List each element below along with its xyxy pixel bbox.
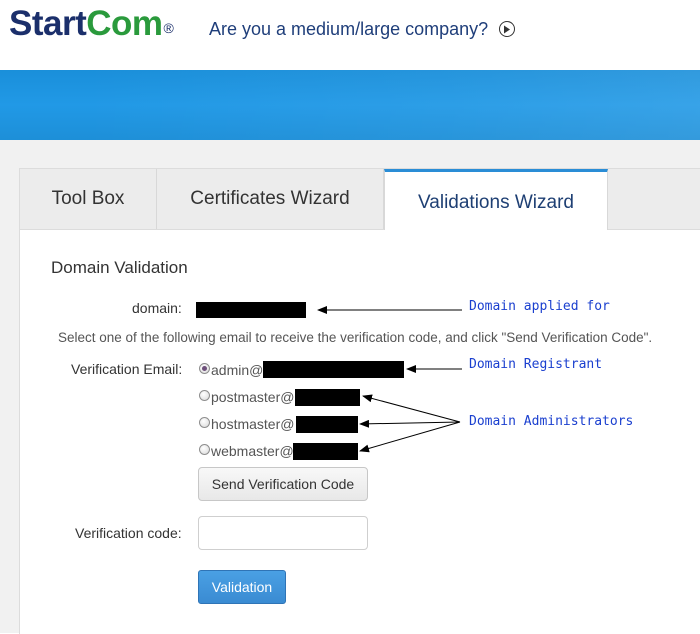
radio-admin[interactable] bbox=[199, 363, 210, 374]
domain-label: domain: bbox=[132, 300, 182, 316]
option-hostmaster-label[interactable]: hostmaster@ bbox=[211, 416, 294, 432]
redacted-domain-value bbox=[196, 302, 306, 318]
option-admin-label[interactable]: admin@ bbox=[211, 362, 263, 378]
logo-com-text: Com bbox=[86, 4, 163, 43]
annotation-domain-applied: Domain applied for bbox=[469, 299, 610, 314]
send-verification-code-button[interactable]: Send Verification Code bbox=[198, 467, 368, 501]
logo-start-text: Start bbox=[9, 4, 87, 43]
radio-postmaster[interactable] bbox=[199, 390, 210, 401]
verification-email-label: Verification Email: bbox=[71, 361, 183, 377]
annotation-administrators: Domain Administrators bbox=[469, 414, 634, 429]
verification-code-label: Verification code: bbox=[75, 525, 182, 541]
annotation-registrant: Domain Registrant bbox=[469, 357, 603, 372]
validation-button[interactable]: Validation bbox=[198, 570, 286, 604]
redacted-admin-domain bbox=[263, 361, 404, 378]
redacted-postmaster-domain bbox=[295, 389, 360, 406]
tab-validations-wizard[interactable]: Validations Wizard bbox=[384, 169, 608, 230]
banner-sheen bbox=[80, 70, 700, 140]
arrow-circle-right-icon[interactable] bbox=[499, 21, 515, 37]
tab-certificates-wizard[interactable]: Certificates Wizard bbox=[157, 169, 384, 229]
section-title: Domain Validation bbox=[51, 258, 188, 277]
redacted-hostmaster-domain bbox=[296, 416, 358, 433]
registered-mark: ® bbox=[163, 20, 174, 36]
radio-hostmaster[interactable] bbox=[199, 417, 210, 428]
startcom-logo[interactable]: StartCom® bbox=[9, 2, 174, 46]
company-tagline-link[interactable]: Are you a medium/large company? bbox=[209, 17, 488, 41]
option-webmaster-label[interactable]: webmaster@ bbox=[211, 443, 294, 459]
redacted-webmaster-domain bbox=[293, 443, 358, 460]
option-postmaster-label[interactable]: postmaster@ bbox=[211, 389, 294, 405]
radio-webmaster[interactable] bbox=[199, 444, 210, 455]
tab-tool-box[interactable]: Tool Box bbox=[20, 169, 157, 229]
instructions-text: Select one of the following email to rec… bbox=[58, 330, 653, 345]
verification-code-input[interactable] bbox=[198, 516, 368, 550]
